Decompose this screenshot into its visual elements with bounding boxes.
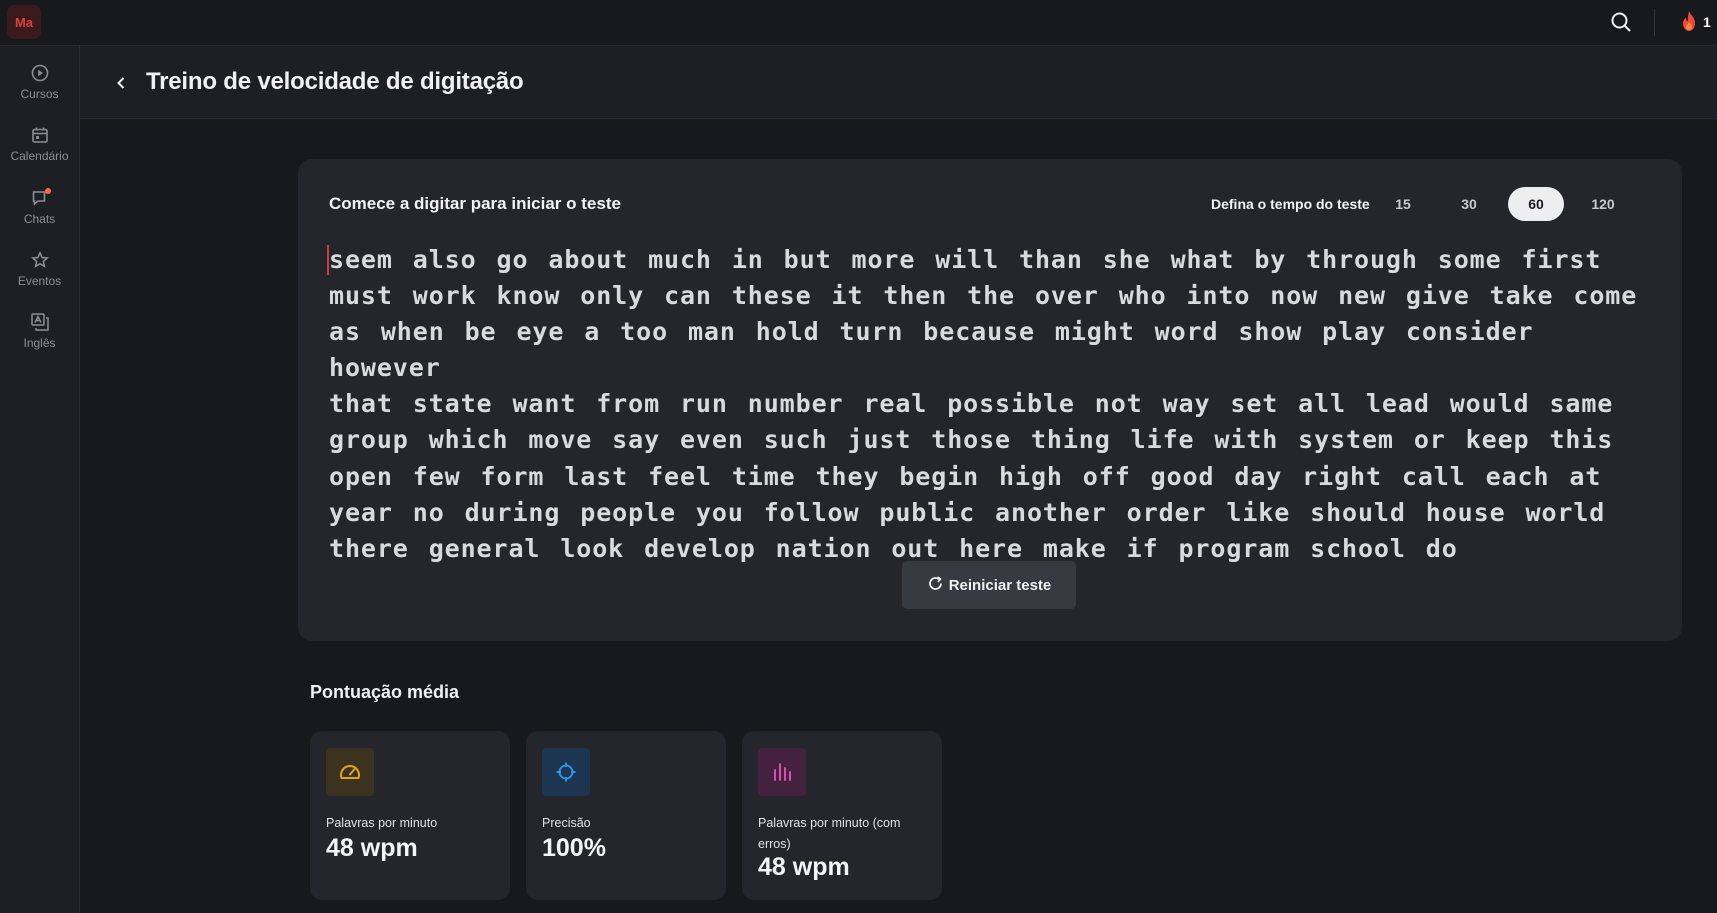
stat-card-wpm-errors: Palavras por minuto (com erros) 48 wpm bbox=[742, 731, 942, 900]
streak-count: 1 bbox=[1703, 14, 1711, 30]
fire-icon bbox=[1680, 10, 1698, 35]
translate-icon bbox=[29, 311, 51, 333]
test-hint: Comece a digitar para iniciar o teste bbox=[329, 194, 621, 213]
time-option-15[interactable]: 15 bbox=[1383, 187, 1423, 221]
notification-dot bbox=[44, 188, 51, 194]
sidebar-item-calendario[interactable]: Calendário bbox=[0, 124, 79, 180]
app-logo[interactable]: Ma bbox=[7, 5, 41, 39]
stat-label: Precisão bbox=[542, 816, 591, 830]
time-selector-label: Defina o tempo do teste bbox=[1211, 196, 1370, 212]
sidebar-item-cursos[interactable]: Cursos bbox=[0, 62, 79, 118]
sidebar-item-label: Calendário bbox=[10, 149, 69, 163]
back-button[interactable] bbox=[108, 70, 134, 96]
text-line: as when be eye a too man hold turn becau… bbox=[329, 317, 1534, 383]
text-line: group which move say even such just thos… bbox=[329, 425, 1614, 455]
speedometer-icon bbox=[326, 748, 374, 796]
stat-value: 48 wpm bbox=[326, 834, 418, 862]
sidebar: Cursos Calendário Chats Eventos Inglês bbox=[0, 46, 80, 913]
bar-chart-icon bbox=[758, 748, 806, 796]
refresh-icon bbox=[927, 575, 944, 596]
time-option-60[interactable]: 60 bbox=[1508, 187, 1564, 221]
chat-icon bbox=[29, 187, 51, 209]
page-title: Treino de velocidade de digitação bbox=[146, 68, 524, 95]
typing-text-area[interactable]: seem also go about much in but more will… bbox=[329, 242, 1654, 567]
sidebar-item-label: Eventos bbox=[17, 274, 62, 288]
streak-counter[interactable]: 1 bbox=[1680, 8, 1711, 36]
stat-card-accuracy: Precisão 100% bbox=[526, 731, 726, 900]
top-divider bbox=[1654, 9, 1655, 36]
page-header: Treino de velocidade de digitação bbox=[80, 46, 1717, 119]
text-line: open few form last feel time they begin … bbox=[329, 461, 1602, 491]
sidebar-item-label: Chats bbox=[23, 212, 56, 226]
stat-value: 48 wpm bbox=[758, 853, 850, 881]
sidebar-item-eventos[interactable]: Eventos bbox=[0, 249, 79, 305]
stat-card-wpm: Palavras por minuto 48 wpm bbox=[310, 731, 510, 900]
sidebar-item-label: Inglês bbox=[23, 336, 56, 350]
star-icon bbox=[29, 249, 51, 271]
typing-test-card: Comece a digitar para iniciar o teste De… bbox=[298, 159, 1682, 641]
top-bar: Ma 1 bbox=[0, 0, 1717, 46]
text-line: must work know only can these it then th… bbox=[329, 281, 1638, 311]
time-option-30[interactable]: 30 bbox=[1449, 187, 1489, 221]
search-icon[interactable] bbox=[1607, 8, 1635, 36]
text-line: year no during people you follow public … bbox=[329, 497, 1606, 527]
sidebar-item-label: Cursos bbox=[20, 87, 59, 101]
sidebar-item-chats[interactable]: Chats bbox=[0, 187, 79, 243]
stat-label: Palavras por minuto (com erros) bbox=[758, 816, 901, 851]
restart-test-button[interactable]: Reiniciar teste bbox=[902, 561, 1076, 609]
play-circle-icon bbox=[29, 62, 51, 84]
stat-label: Palavras por minuto bbox=[326, 816, 438, 830]
crosshair-icon bbox=[542, 748, 590, 796]
calendar-icon bbox=[29, 124, 51, 146]
restart-label: Reiniciar teste bbox=[948, 576, 1052, 594]
time-option-120[interactable]: 120 bbox=[1581, 187, 1625, 221]
stat-value: 100% bbox=[542, 834, 606, 862]
text-line: that state want from run number real pos… bbox=[329, 389, 1614, 419]
average-score-title: Pontuação média bbox=[310, 682, 460, 702]
text-line: seem also go about much in but more will… bbox=[329, 245, 1602, 274]
sidebar-item-ingles[interactable]: Inglês bbox=[0, 311, 79, 367]
